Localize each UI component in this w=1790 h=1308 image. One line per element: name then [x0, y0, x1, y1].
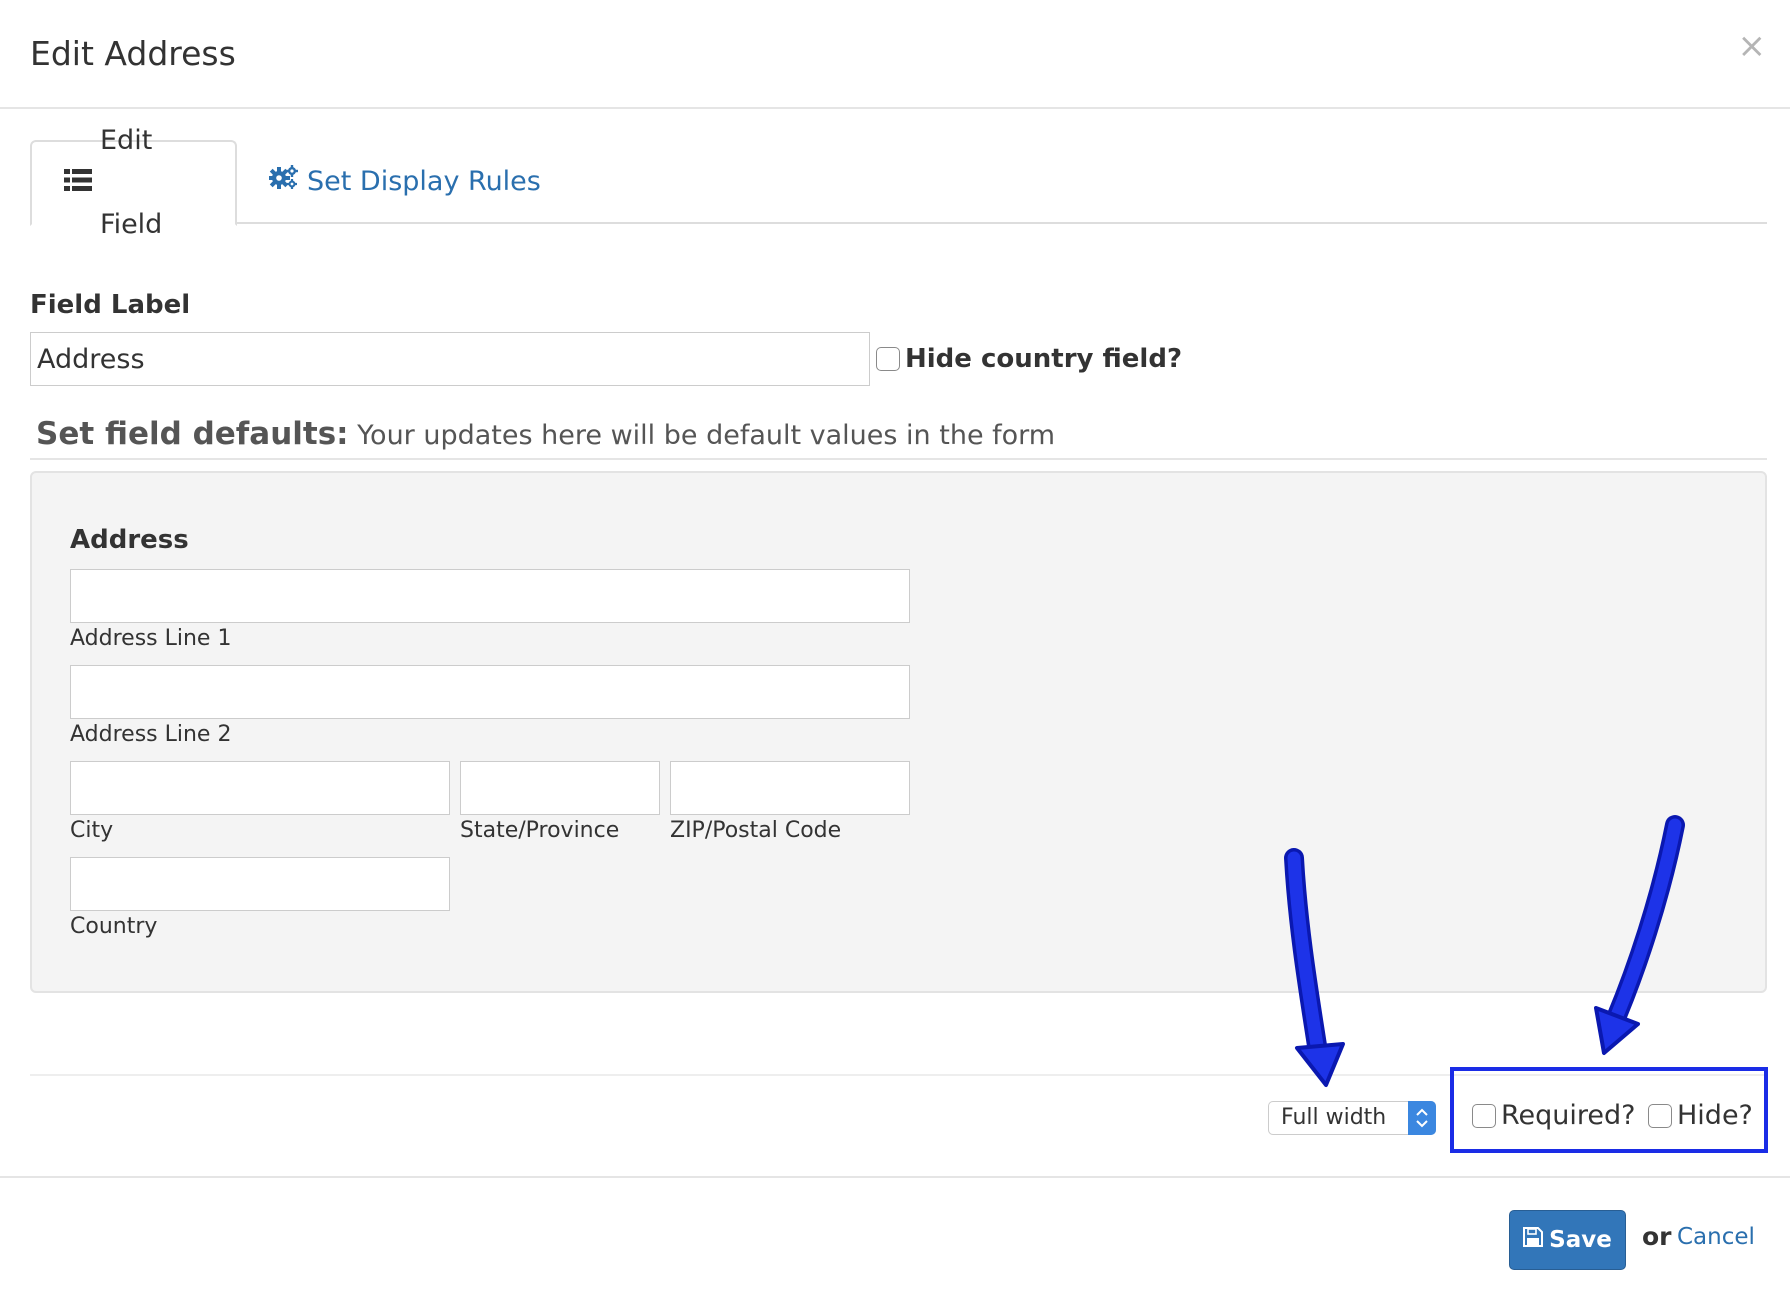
floppy-disk-icon — [1523, 1227, 1544, 1253]
city-label: City — [70, 818, 114, 843]
zip-postal-code-label: ZIP/Postal Code — [670, 818, 842, 843]
width-select-value: Full width — [1281, 1105, 1387, 1130]
modal-header: Edit Address × — [0, 0, 1790, 109]
hide-checkbox[interactable] — [1648, 1103, 1672, 1128]
defaults-panel: Address Address Line 1 Address Line 2 Ci… — [30, 471, 1767, 993]
state-province-label: State/Province — [460, 818, 620, 843]
divider — [0, 1176, 1790, 1178]
select-arrows-icon — [1408, 1101, 1436, 1135]
tab-edit-field[interactable]: Edit Field — [30, 125, 237, 240]
state-province-input[interactable] — [460, 761, 660, 815]
hide-label: Hide? — [1677, 1100, 1753, 1131]
address-line-1-label: Address Line 1 — [70, 626, 232, 651]
field-label-heading: Field Label — [30, 290, 191, 320]
defaults-heading-bold: Set field defaults: — [36, 416, 349, 452]
address-title: Address — [70, 525, 189, 555]
address-line-1-input[interactable] — [70, 569, 910, 623]
save-label: Save — [1549, 1227, 1612, 1253]
zip-postal-code-input[interactable] — [670, 761, 910, 815]
list-icon — [64, 141, 92, 225]
hide-country-label: Hide country field? — [905, 344, 1183, 374]
save-button[interactable]: Save — [1509, 1210, 1626, 1270]
country-input[interactable] — [70, 857, 450, 911]
field-label-input[interactable] — [30, 332, 870, 386]
country-label: Country — [70, 914, 158, 939]
address-line-2-input[interactable] — [70, 665, 910, 719]
close-icon[interactable]: × — [1738, 26, 1767, 66]
hide-option[interactable]: Hide? — [1648, 1100, 1753, 1131]
required-option[interactable]: Required? — [1472, 1100, 1636, 1131]
defaults-heading-text: Your updates here will be default values… — [348, 420, 1056, 451]
modal-title: Edit Address — [30, 34, 236, 73]
city-input[interactable] — [70, 761, 450, 815]
cancel-link[interactable]: Cancel — [1677, 1224, 1755, 1250]
defaults-heading: Set field defaults: Your updates here wi… — [36, 414, 1766, 456]
required-label: Required? — [1501, 1100, 1636, 1131]
required-checkbox[interactable] — [1472, 1103, 1496, 1128]
tab-set-display-rules[interactable]: Set Display Rules — [237, 140, 573, 224]
or-text: or — [1642, 1222, 1672, 1251]
tab-bar: Edit Field Set Display Rules — [30, 125, 1767, 240]
tab-set-display-rules-label: Set Display Rules — [307, 166, 541, 197]
address-line-2-label: Address Line 2 — [70, 722, 232, 747]
hide-country-option[interactable]: Hide country field? — [876, 344, 1182, 374]
tab-edit-field-label: Edit Field — [100, 125, 163, 240]
gears-icon — [268, 140, 299, 224]
divider — [30, 458, 1767, 460]
edit-address-modal: Edit Address × Edit Field Set Display Ru… — [0, 0, 1790, 1308]
width-select[interactable]: Full width — [1268, 1101, 1436, 1135]
hide-country-checkbox[interactable] — [876, 347, 900, 371]
